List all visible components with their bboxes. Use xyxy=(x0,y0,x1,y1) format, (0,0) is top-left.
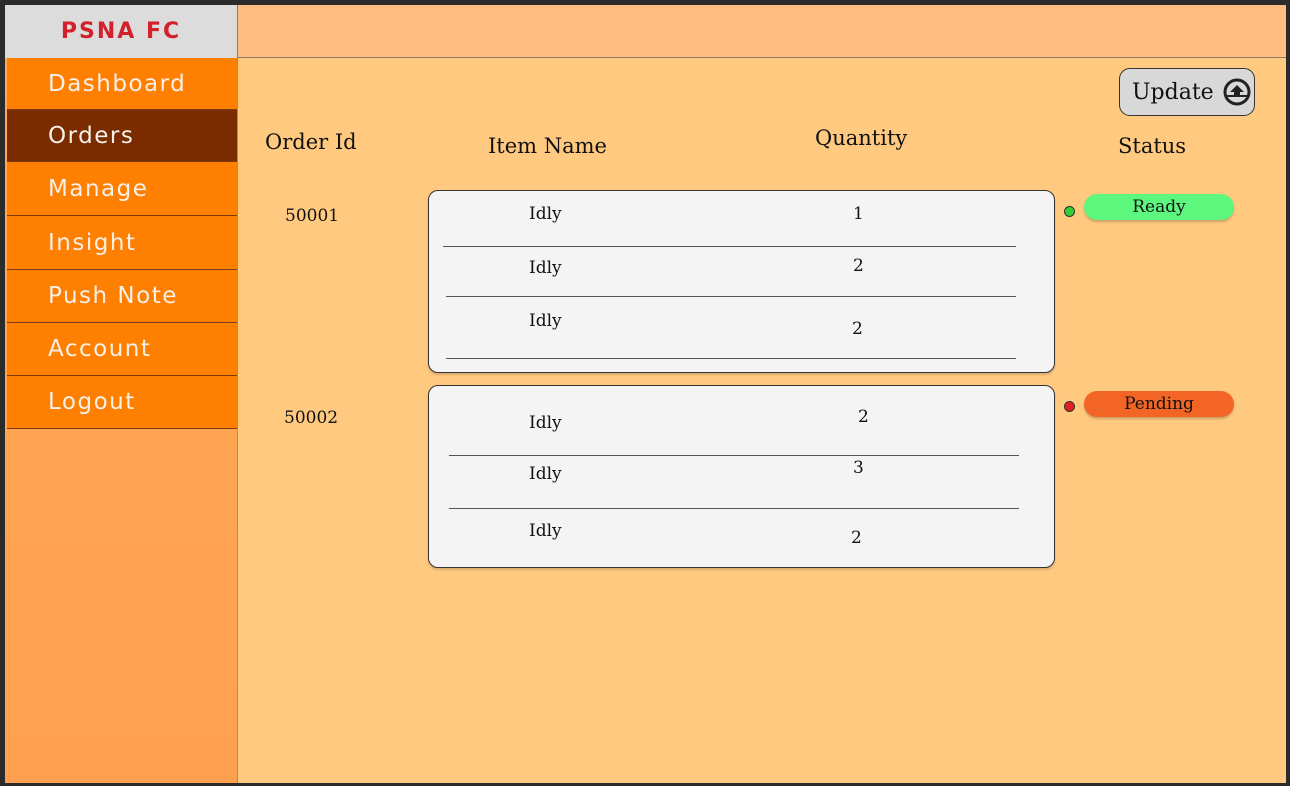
brand-block: PSNA FC xyxy=(5,5,238,59)
order-card[interactable]: Idly 1 Idly 2 Idly 2 xyxy=(428,190,1055,373)
item-name: Idly xyxy=(529,204,562,224)
row-divider xyxy=(449,455,1019,456)
status-badge[interactable]: Pending xyxy=(1084,391,1234,417)
sidebar: Dashboard Orders Manage Insight Push Not… xyxy=(5,58,238,783)
sidebar-item-orders[interactable]: Orders xyxy=(7,110,237,162)
sidebar-item-label: Orders xyxy=(48,122,135,149)
column-header-order-id: Order Id xyxy=(265,130,357,154)
item-name: Idly xyxy=(529,464,562,484)
column-header-quantity: Quantity xyxy=(815,126,908,150)
refresh-icon xyxy=(1222,77,1252,107)
sidebar-item-label: Manage xyxy=(48,175,149,202)
order-id: 50001 xyxy=(285,206,340,226)
sidebar-item-label: Push Note xyxy=(48,283,178,309)
brand-title: PSNA FC xyxy=(60,19,182,44)
sidebar-item-label: Logout xyxy=(48,389,136,415)
sidebar-item-label: Account xyxy=(48,336,152,362)
row-divider xyxy=(449,508,1019,509)
sidebar-item-insight[interactable]: Insight xyxy=(7,216,237,270)
sidebar-item-account[interactable]: Account xyxy=(7,323,237,376)
top-bar xyxy=(238,5,1286,58)
sidebar-item-manage[interactable]: Manage xyxy=(7,162,237,216)
app-window: PSNA FC Dashboard Orders Manage Insight … xyxy=(5,5,1286,783)
item-name: Idly xyxy=(529,521,562,541)
item-name: Idly xyxy=(529,311,562,331)
sidebar-item-push-note[interactable]: Push Note xyxy=(7,270,237,323)
sidebar-item-dashboard[interactable]: Dashboard xyxy=(7,58,237,110)
row-divider xyxy=(446,358,1016,359)
order-card[interactable]: Idly 2 Idly 3 Idly 2 xyxy=(428,385,1055,568)
sidebar-item-label: Dashboard xyxy=(48,70,187,97)
status-dot xyxy=(1064,206,1075,217)
main-content: Update Order Id Item Name Quantity Statu… xyxy=(238,58,1286,783)
column-header-status: Status xyxy=(1118,134,1187,158)
row-divider xyxy=(443,246,1016,247)
item-quantity: 1 xyxy=(853,204,864,224)
item-quantity: 2 xyxy=(853,256,864,276)
item-quantity: 2 xyxy=(852,319,863,339)
item-quantity: 2 xyxy=(851,528,862,548)
column-header-item-name: Item Name xyxy=(488,134,607,158)
item-quantity: 3 xyxy=(853,458,864,478)
order-id: 50002 xyxy=(284,408,339,428)
status-dot xyxy=(1064,401,1075,412)
update-button-label: Update xyxy=(1132,79,1214,105)
sidebar-item-logout[interactable]: Logout xyxy=(7,376,237,429)
sidebar-item-label: Insight xyxy=(48,229,137,256)
update-button[interactable]: Update xyxy=(1119,68,1255,116)
row-divider xyxy=(446,296,1016,297)
item-name: Idly xyxy=(529,258,562,278)
item-quantity: 2 xyxy=(858,407,869,427)
item-name: Idly xyxy=(529,413,562,433)
status-badge[interactable]: Ready xyxy=(1084,194,1234,220)
